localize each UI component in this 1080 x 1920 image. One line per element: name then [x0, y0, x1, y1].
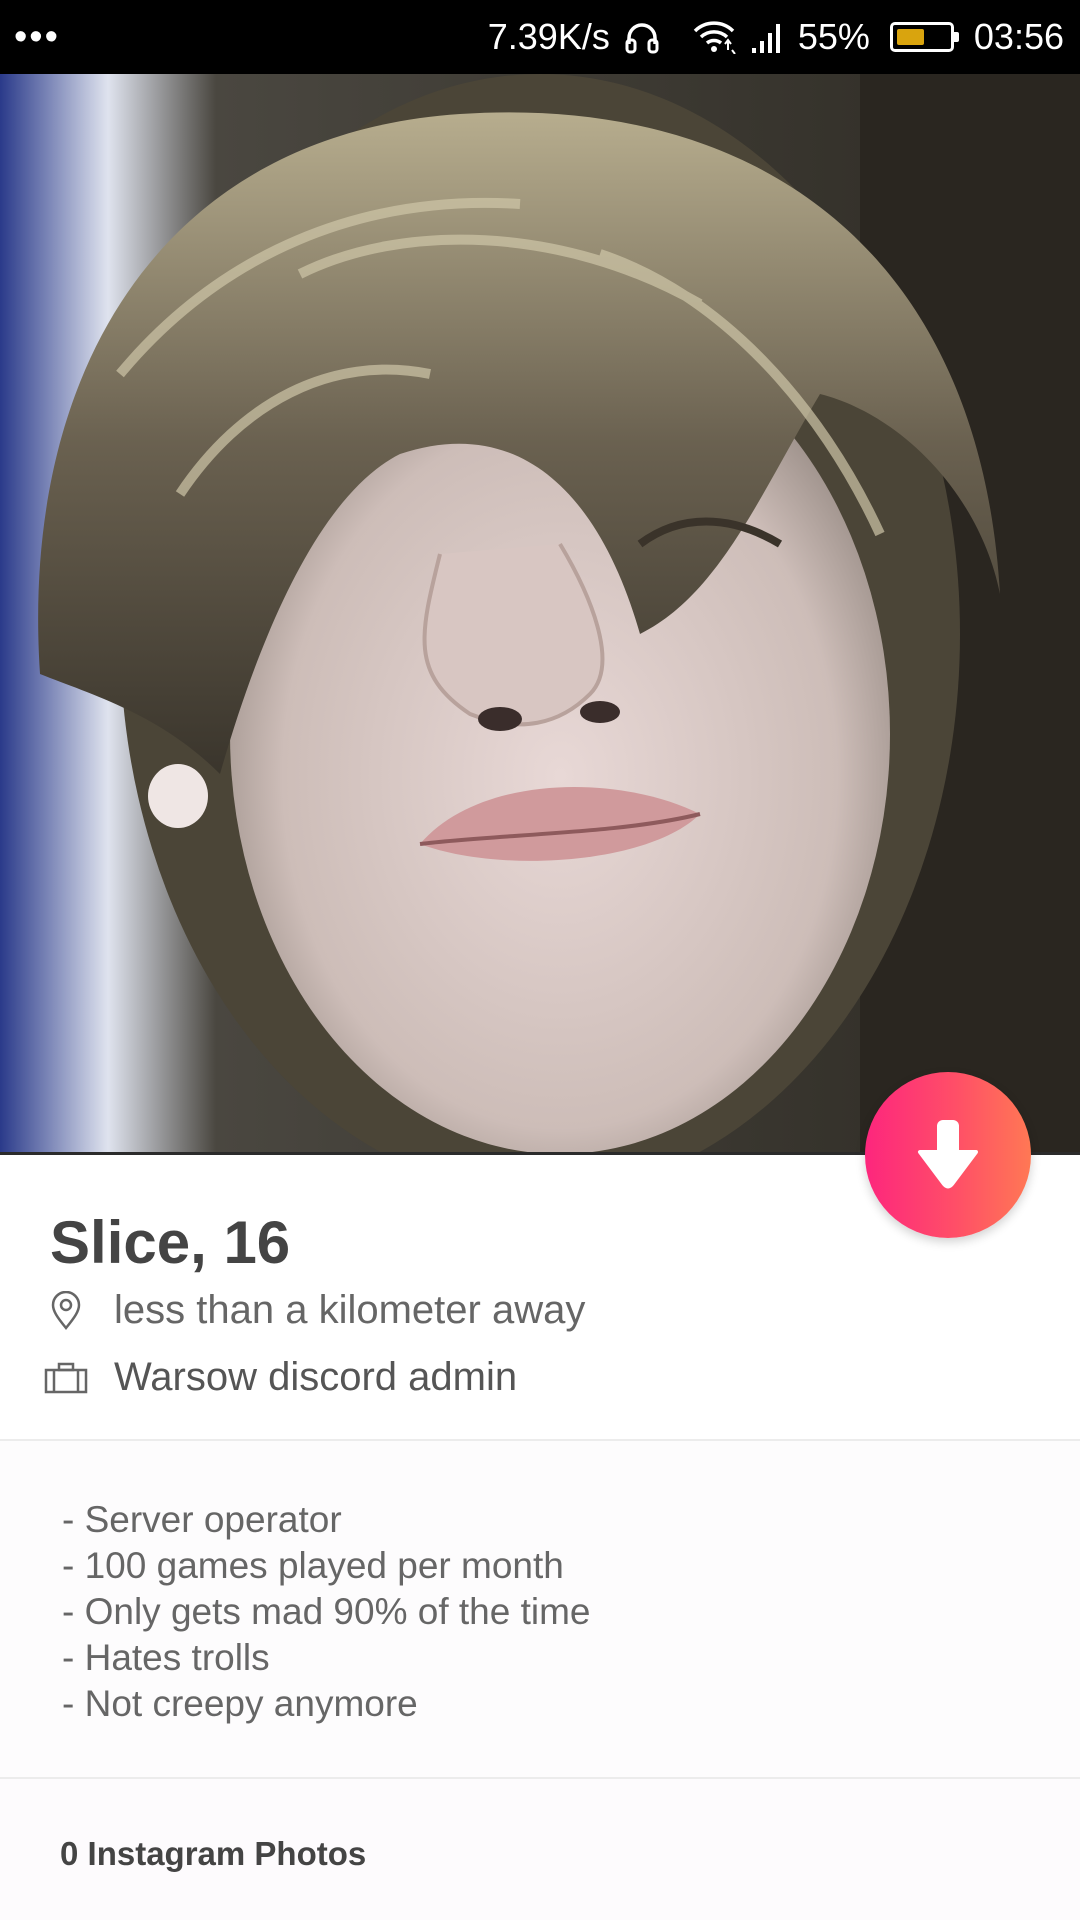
bio-line: - Only gets mad 90% of the time [62, 1591, 591, 1632]
instagram-section: 0 Instagram Photos [0, 1779, 1080, 1920]
status-indicators: 7.39K/s 55% 03:56 [488, 0, 1064, 74]
profile-photo[interactable] [0, 74, 1080, 1154]
status-bar: ••• 7.39K/s 55% 03:56 [0, 0, 1080, 74]
battery-percent: 55% [797, 16, 870, 57]
profile-photo-illustration [0, 74, 1080, 1154]
wifi-icon [692, 20, 736, 54]
bio-line: - Server operator [62, 1499, 342, 1540]
bio-section: - Server operator - 100 games played per… [0, 1441, 1080, 1777]
briefcase-icon [44, 1361, 88, 1395]
clock-time: 03:56 [973, 16, 1064, 57]
network-speed: 7.39K/s [487, 16, 610, 57]
headphones-icon [624, 20, 660, 54]
distance-text: less than a kilometer away [114, 1288, 586, 1332]
signal-icon [750, 20, 784, 54]
bio-line: - Hates trolls [62, 1637, 270, 1678]
profile-name-age: Slice, 16 [50, 1209, 291, 1276]
menu-dots-icon: ••• [14, 16, 60, 58]
bio-line: - Not creepy anymore [62, 1683, 418, 1724]
arrow-down-icon [916, 1116, 980, 1195]
bio-line: - 100 games played per month [62, 1545, 564, 1586]
location-pin-icon [44, 1290, 88, 1331]
distance-row: less than a kilometer away [44, 1288, 585, 1333]
battery-icon [889, 22, 959, 52]
job-text: Warsow discord admin [114, 1355, 518, 1399]
job-row: Warsow discord admin [44, 1355, 517, 1400]
collapse-profile-button[interactable] [865, 1072, 1031, 1238]
battery-level-fill [896, 29, 925, 45]
instagram-photos-label: 0 Instagram Photos [60, 1835, 367, 1872]
